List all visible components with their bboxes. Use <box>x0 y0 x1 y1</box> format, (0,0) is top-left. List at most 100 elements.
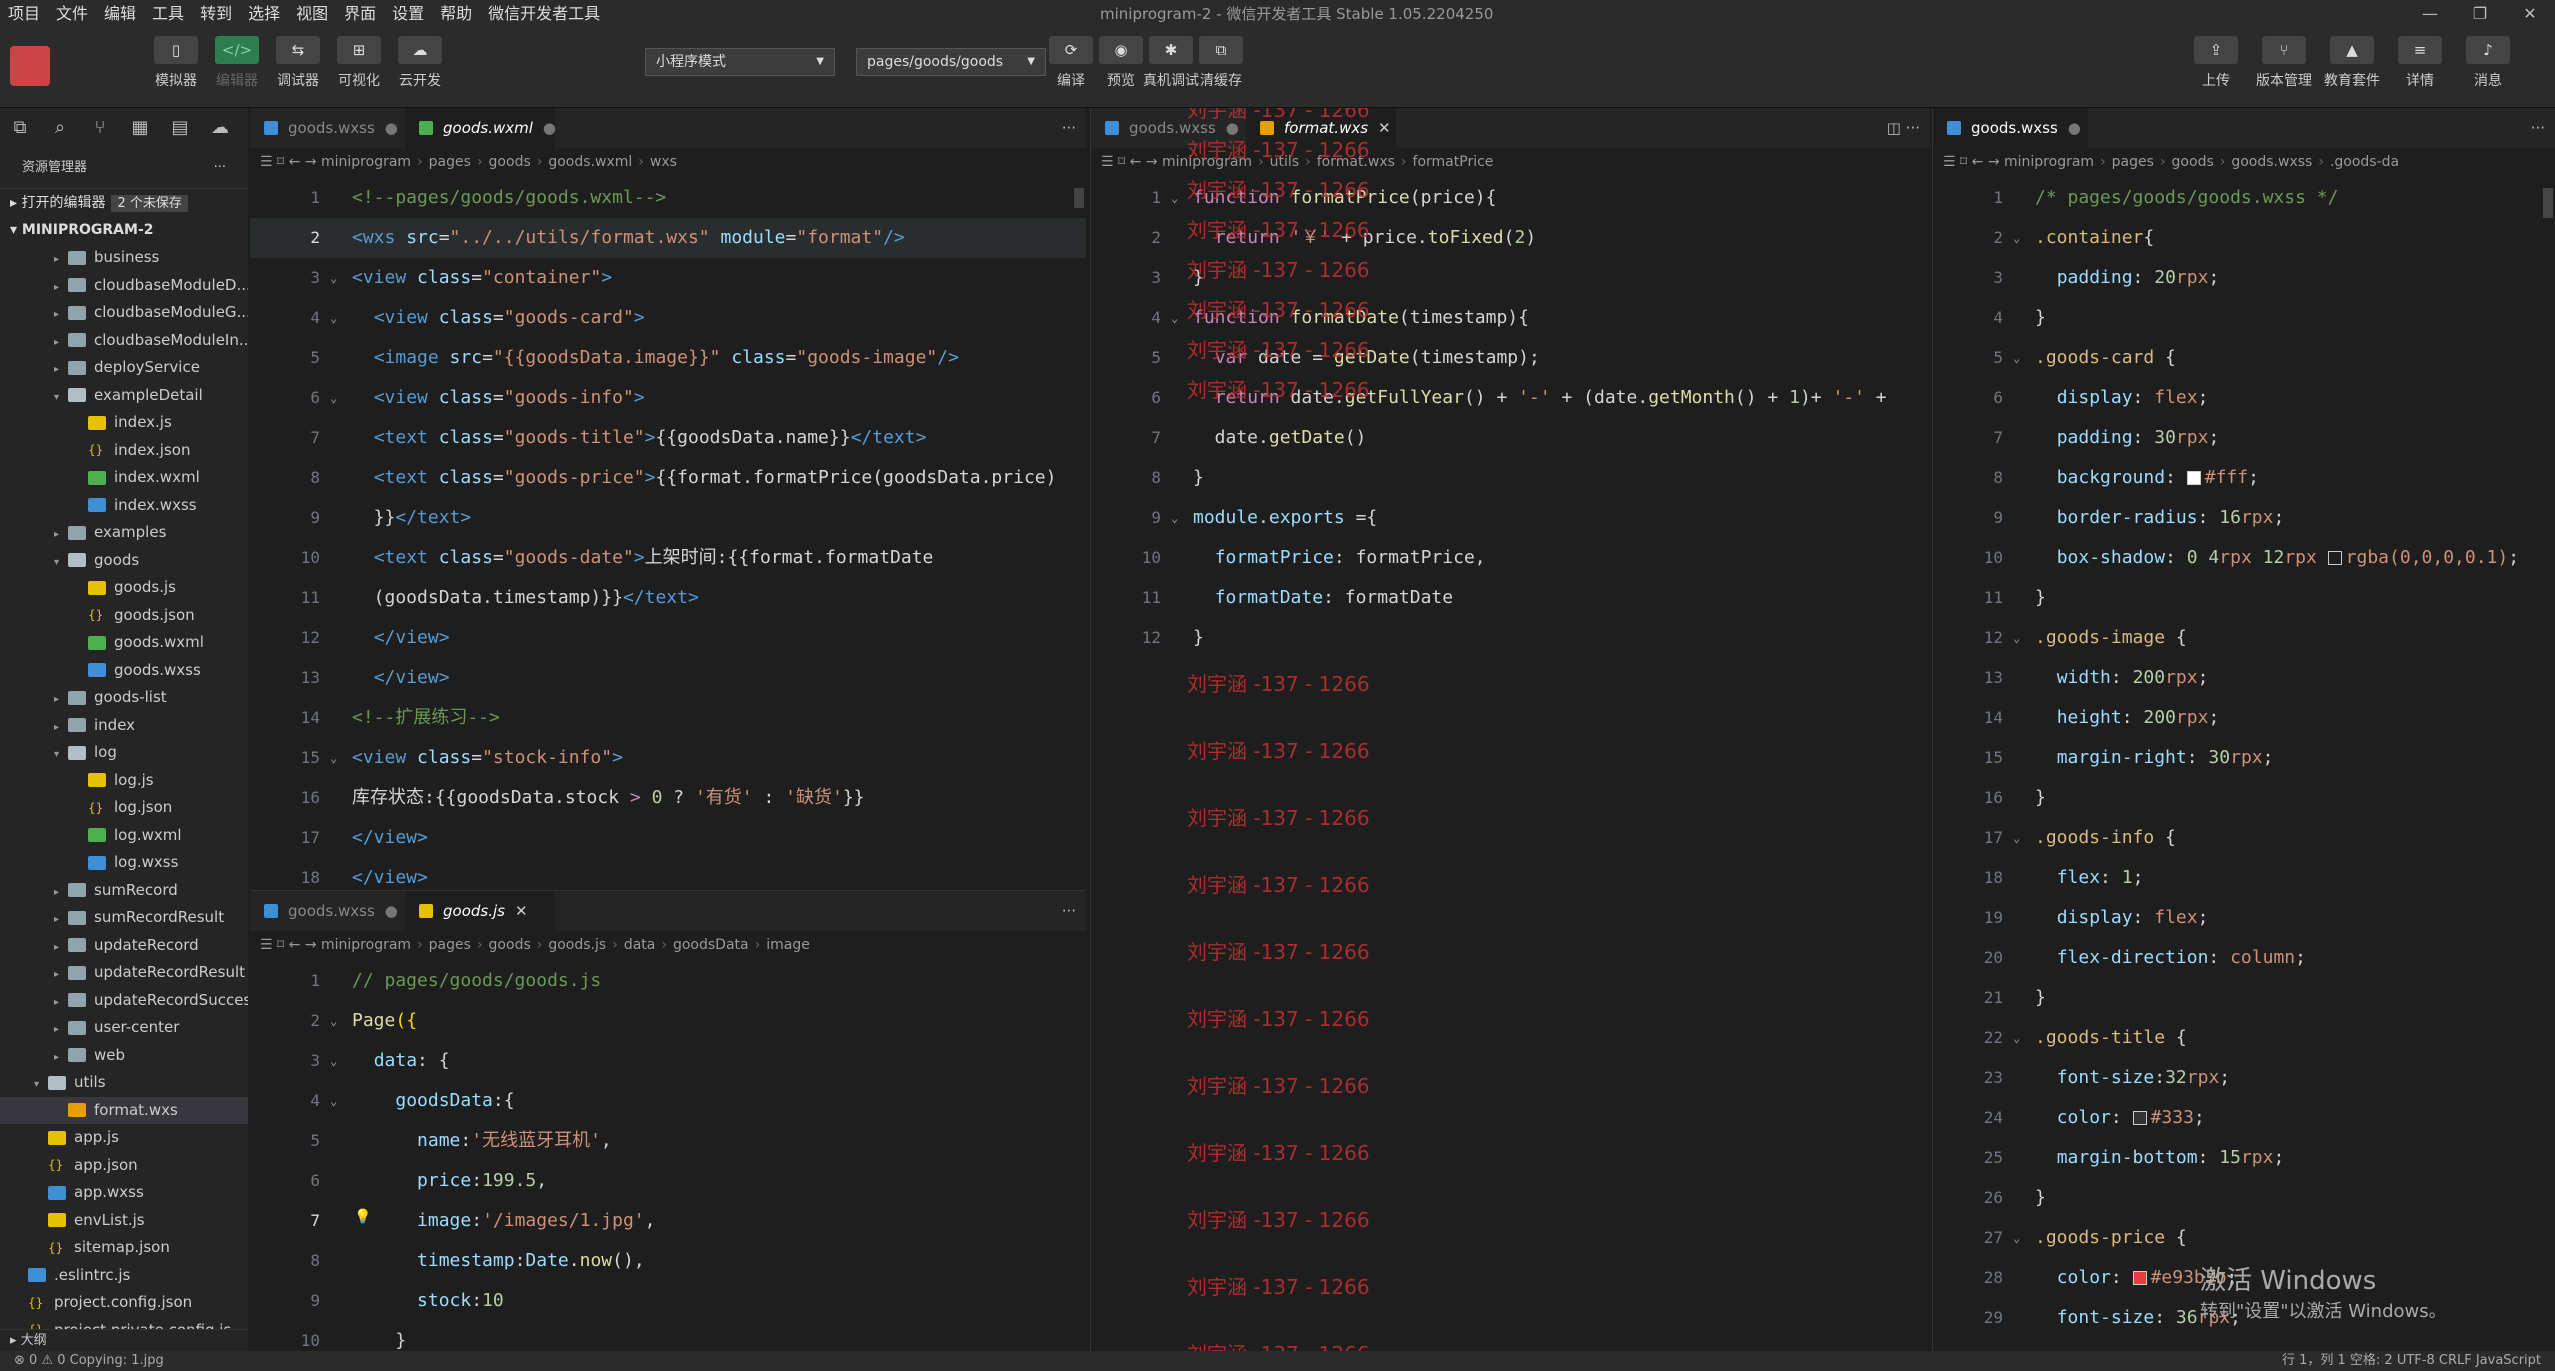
menu-item[interactable]: 转到 <box>192 0 240 28</box>
menu-item[interactable]: 编辑 <box>96 0 144 28</box>
close-icon[interactable]: ✕ <box>1378 119 1391 137</box>
tree-item[interactable]: ▾ log <box>0 739 248 767</box>
breadcrumb-item[interactable]: goods <box>489 937 531 953</box>
tree-item[interactable]: goods.wxml <box>0 629 248 657</box>
menu-item[interactable]: 视图 <box>288 0 336 28</box>
fold-icon[interactable]: ⌄ <box>330 1041 337 1081</box>
tree-item[interactable]: app.wxss <box>0 1179 248 1207</box>
tree-item[interactable]: .eslintrc.js <box>0 1262 248 1290</box>
breadcrumb-item[interactable]: miniprogram <box>321 937 411 953</box>
tree-item[interactable]: ▾ utils <box>0 1069 248 1097</box>
fold-icon[interactable]: ⌄ <box>2013 1018 2020 1058</box>
source-control-icon[interactable]: ⑂ <box>80 108 120 148</box>
toolbar-button-code[interactable]: </> 编辑器 <box>206 36 268 90</box>
fold-icon[interactable]: ⌄ <box>2013 218 2020 258</box>
code-area[interactable]: 1 <!--pages/goods/goods.wxml--> 2 <wxs src=… <box>250 178 1086 890</box>
tree-item[interactable]: ▸ examples <box>0 519 248 547</box>
status-left[interactable]: ⊗ 0 ⚠ 0 Copying: 1.jpg <box>14 1351 164 1371</box>
more-actions-icon[interactable]: ··· <box>1062 891 1076 931</box>
tree-item[interactable]: ▸ updateRecordResult <box>0 959 248 987</box>
breadcrumb-item[interactable]: miniprogram <box>321 154 411 170</box>
tree-item[interactable]: ▸ goods-list <box>0 684 248 712</box>
code-area[interactable]: 1 // pages/goods/goods.js 2 ⌄ Page({3 ⌄ data:… <box>250 961 1086 1351</box>
menu-item[interactable]: 帮助 <box>432 0 480 28</box>
menu-item[interactable]: 工具 <box>144 0 192 28</box>
toolbar-button-layers[interactable]: ⧉ 清缓存 <box>1190 36 1252 90</box>
breadcrumb-item[interactable]: image <box>766 937 810 953</box>
tree-item[interactable]: goods.js <box>0 574 248 602</box>
list-icon[interactable]: ☰ ⌑ ← → <box>1943 154 2004 170</box>
project-section[interactable]: ▾ MINIPROGRAM-2 <box>0 216 248 244</box>
tree-item[interactable]: index.wxss <box>0 492 248 520</box>
search-icon[interactable]: ⌕ <box>40 108 80 148</box>
close-icon[interactable]: ✕ <box>2505 0 2555 28</box>
fold-icon[interactable]: ⌄ <box>2013 818 2020 858</box>
toolbar-button-phone[interactable]: ▯ 模拟器 <box>145 36 207 90</box>
menu-item[interactable]: 界面 <box>336 0 384 28</box>
tree-item[interactable]: log.wxss <box>0 849 248 877</box>
tab-goods-js[interactable]: goods.js ✕ <box>405 891 555 931</box>
breadcrumb-item[interactable]: pages <box>429 154 471 170</box>
tree-item[interactable]: ▸ deployService <box>0 354 248 382</box>
tree-item[interactable]: ▸ sumRecord <box>0 877 248 905</box>
close-icon[interactable]: ✕ <box>515 902 528 920</box>
breadcrumb-item[interactable]: data <box>624 937 656 953</box>
fold-icon[interactable]: ⌄ <box>330 298 337 338</box>
avatar[interactable] <box>10 46 50 86</box>
fold-icon[interactable]: ⌄ <box>1171 298 1178 338</box>
tree-item[interactable]: {} app.json <box>0 1152 248 1180</box>
menu-item[interactable]: 设置 <box>384 0 432 28</box>
minimize-icon[interactable]: — <box>2405 0 2455 28</box>
toolbar-button-upload[interactable]: ⇪ 上传 <box>2185 36 2247 90</box>
cloud-icon[interactable]: ☁ <box>200 108 240 148</box>
tree-item[interactable]: ▸ cloudbaseModuleD... <box>0 272 248 300</box>
tree-item[interactable]: ▸ cloudbaseModuleIn... <box>0 327 248 355</box>
more-actions-icon[interactable]: ◫ ··· <box>1887 108 1920 148</box>
tree-item[interactable]: ▸ web <box>0 1042 248 1070</box>
fold-icon[interactable]: ⌄ <box>1171 178 1178 218</box>
breadcrumb-item[interactable]: goods.js <box>548 937 606 953</box>
more-icon[interactable]: ··· <box>214 148 226 188</box>
breadcrumb-item[interactable]: goods.wxss <box>2231 154 2312 170</box>
tree-item[interactable]: ▸ business <box>0 244 248 272</box>
toolbar-button-menu[interactable]: ≡ 详情 <box>2389 36 2451 90</box>
tree-item[interactable]: ▸ updateRecord <box>0 932 248 960</box>
breadcrumb-item[interactable]: miniprogram <box>2004 154 2094 170</box>
code-area[interactable]: 1 /* pages/goods/goods.wxss */ 2 ⌄ .containe… <box>1933 178 2555 1338</box>
tree-item[interactable]: ▾ goods <box>0 547 248 575</box>
tree-item[interactable]: index.js <box>0 409 248 437</box>
toolbar-button-debug[interactable]: ⇆ 调试器 <box>267 36 329 90</box>
fold-icon[interactable]: ⌄ <box>330 258 337 298</box>
breadcrumb-item[interactable]: goods <box>2172 154 2214 170</box>
mode-select[interactable]: 小程序模式 ▼ <box>645 48 835 76</box>
breadcrumb-item[interactable]: pages <box>2112 154 2154 170</box>
breadcrumb-item[interactable]: wxs <box>650 154 677 170</box>
toolbar-button-bell[interactable]: ♪ 消息 <box>2457 36 2519 90</box>
fold-icon[interactable]: ⌄ <box>330 378 337 418</box>
restore-icon[interactable]: ❐ <box>2455 0 2505 28</box>
scrollbar[interactable] <box>1074 188 1084 208</box>
tree-item[interactable]: {} sitemap.json <box>0 1234 248 1262</box>
tree-item[interactable]: envList.js <box>0 1207 248 1235</box>
toolbar-button-cloud[interactable]: ☁ 云开发 <box>389 36 451 90</box>
fold-icon[interactable]: ⌄ <box>330 1001 337 1041</box>
open-editors-section[interactable]: ▸ 打开的编辑器 2 个未保存 <box>0 188 248 216</box>
toolbar-button-cap[interactable]: ▲ 教育套件 <box>2321 36 2383 90</box>
extensions-icon[interactable]: ▦ <box>120 108 160 148</box>
tab-goods-wxml[interactable]: goods.wxml ● <box>405 108 556 148</box>
tree-item[interactable]: goods.wxss <box>0 657 248 685</box>
breadcrumb-item[interactable]: goods.wxml <box>548 154 632 170</box>
tree-item[interactable]: ▸ index <box>0 712 248 740</box>
tab-goods-wxss[interactable]: goods.wxss ● <box>1933 108 2088 148</box>
list-icon[interactable]: ☰ ⌑ ← → <box>260 937 321 953</box>
fold-icon[interactable]: ⌄ <box>2013 1218 2020 1258</box>
fold-icon[interactable]: ⌄ <box>330 1081 337 1121</box>
tree-item[interactable]: {} index.json <box>0 437 248 465</box>
fold-icon[interactable]: ⌄ <box>330 738 337 778</box>
tree-item[interactable]: ▸ user-center <box>0 1014 248 1042</box>
more-actions-icon[interactable]: ··· <box>2531 108 2545 148</box>
fold-icon[interactable]: ⌄ <box>2013 338 2020 378</box>
breadcrumb-item[interactable]: goods <box>489 154 531 170</box>
toolbar-button-branch[interactable]: ⑂ 版本管理 <box>2253 36 2315 90</box>
page-select[interactable]: pages/goods/goods ▼ <box>856 48 1046 76</box>
